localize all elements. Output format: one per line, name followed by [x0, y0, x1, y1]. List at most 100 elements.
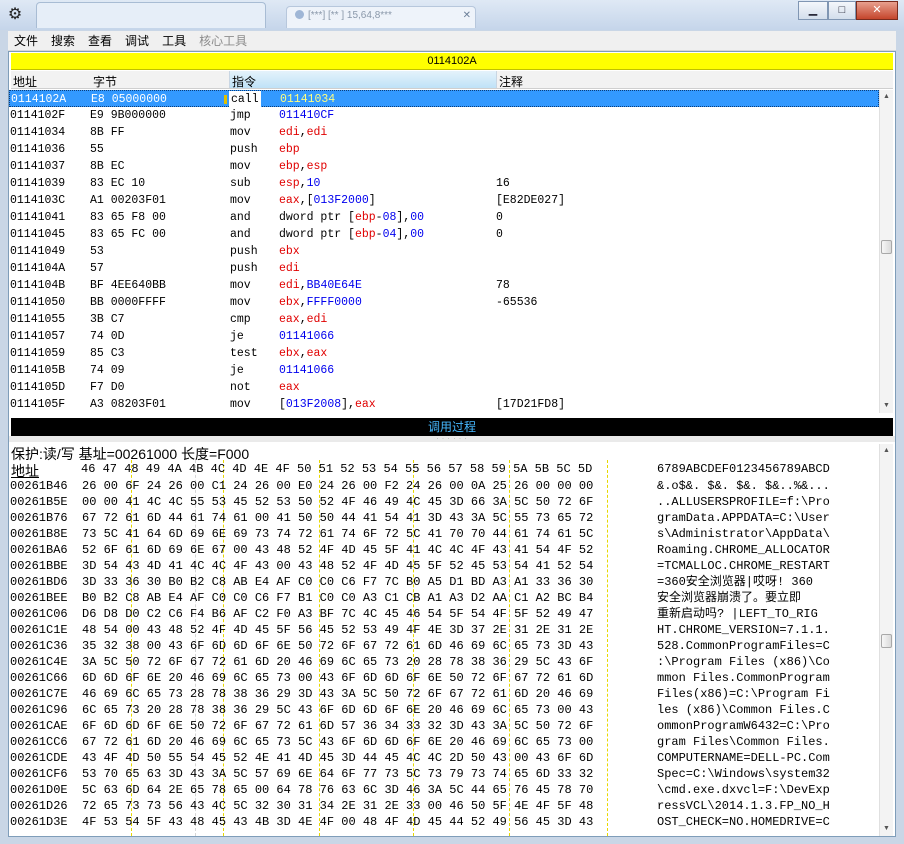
disasm-row[interactable]: 01141055 3B C7 cmp eax,edi — [9, 311, 879, 328]
disasm-address: 0114105D — [10, 381, 66, 394]
disasm-row[interactable]: 0114104B BF 4EE640BB mov edi,BB40E64E 78 — [9, 277, 879, 294]
immediate-operand: 011410CF — [279, 109, 335, 122]
disasm-address: 0114104A — [10, 262, 66, 275]
memory-row[interactable]: 00261BD6 3D 33 36 30 B0 B2 C8 AB E4 AF C0… — [9, 574, 879, 590]
memory-row[interactable]: 00261B46 26 00 6F 24 26 00 C1 24 26 00 E0… — [9, 478, 879, 494]
disasm-operands: 01141066 — [279, 362, 334, 379]
disasm-operands: dword ptr [ebp-08],00 — [279, 209, 424, 226]
disasm-mnemonic: mov — [230, 126, 251, 139]
memory-dump[interactable]: 00261B46 26 00 6F 24 26 00 C1 24 26 00 E0… — [9, 478, 879, 836]
app-gear-icon[interactable]: ⚙ — [6, 6, 24, 24]
memory-address: 00261C4E — [10, 655, 68, 669]
immediate-operand: 04 — [382, 228, 397, 241]
window-tab[interactable]: [***] [** ] 15,64,8*** ✕ — [286, 6, 476, 28]
scroll-down-icon[interactable]: ▼ — [880, 822, 893, 836]
memory-row[interactable]: 00261C06 D6 D8 D0 C2 C6 F4 B6 AF C2 F0 A3… — [9, 606, 879, 622]
memory-row[interactable]: 00261B5E 00 00 41 4C 4C 55 53 45 52 53 50… — [9, 494, 879, 510]
scroll-up-icon[interactable]: ▲ — [880, 90, 893, 104]
disasm-row[interactable]: 01141037 8B EC mov ebp,esp — [9, 158, 879, 175]
col-header-bytes[interactable]: 字节 — [93, 73, 117, 90]
tab-title: [***] [** ] 15,64,8*** — [308, 10, 392, 21]
col-header-comment[interactable]: 注释 — [499, 73, 523, 90]
call-stack-button[interactable]: 调用过程 — [11, 418, 893, 436]
maximize-button[interactable]: □ — [827, 1, 856, 20]
immediate-operand: 01141066 — [279, 330, 335, 343]
minimize-button[interactable]: ▁ — [798, 1, 828, 20]
memory-row[interactable]: 00261B76 67 72 61 6D 44 61 74 61 00 41 50… — [9, 510, 879, 526]
disasm-row[interactable]: 0114102F E9 9B000000 jmp 011410CF — [9, 107, 879, 124]
memory-row[interactable]: 00261C96 6C 65 73 20 28 78 38 36 29 5C 43… — [9, 702, 879, 718]
memory-scrollbar[interactable]: ▲ ▼ — [879, 444, 893, 836]
operand-text: , — [299, 279, 307, 292]
disasm-address: 01141034 — [10, 126, 66, 139]
memory-scroll-thumb[interactable] — [881, 634, 892, 648]
disasm-operands: 01141066 — [279, 328, 334, 345]
memory-row[interactable]: 00261B8E 73 5C 41 64 6D 69 6E 69 73 74 72… — [9, 526, 879, 542]
pane-splitter[interactable]: · · · · · · — [9, 436, 895, 442]
menu-tools[interactable]: 工具 — [162, 32, 186, 49]
menu-view[interactable]: 查看 — [88, 32, 112, 49]
disasm-operands: ebx,FFFF0000 — [279, 294, 362, 311]
disasm-row[interactable]: 01141057 74 0D je 01141066 — [9, 328, 879, 345]
memory-row[interactable]: 00261BEE B0 B2 C8 AB E4 AF C0 C0 C6 F7 B1… — [9, 590, 879, 606]
disasm-address: 01141037 — [10, 160, 66, 173]
operand-text: [ — [279, 398, 286, 411]
close-button[interactable]: ✕ — [856, 1, 898, 20]
disasm-row[interactable]: 0114105F A3 08203F01 mov [013F2008],eax [17D… — [9, 396, 879, 412]
disasm-scroll-thumb[interactable] — [881, 240, 892, 254]
memory-hex-bytes: B0 B2 C8 AB E4 AF C0 C0 C6 F7 B1 C0 C0 A… — [82, 591, 594, 605]
disasm-row[interactable]: 0114103C A1 00203F01 mov eax,[013F2000] [E82… — [9, 192, 879, 209]
memory-address: 00261CAE — [10, 719, 68, 733]
col-header-address[interactable]: 地址 — [13, 73, 37, 90]
disasm-bytes: 83 65 F8 00 — [90, 211, 166, 224]
memory-ascii: \cmd.exe.dxvcl=F:\DevExp — [657, 783, 830, 797]
current-address-bar[interactable]: 0114102A — [11, 53, 893, 70]
tab-close-icon[interactable]: ✕ — [463, 10, 471, 21]
memory-row[interactable]: 00261CC6 67 72 61 6D 20 46 69 6C 65 73 5C… — [9, 734, 879, 750]
memory-row[interactable]: 00261C36 35 32 38 00 43 6F 6D 6D 6F 6E 50… — [9, 638, 879, 654]
immediate-operand: 013F2008 — [285, 398, 342, 411]
memory-row[interactable]: 00261D0E 5C 63 6D 64 2E 65 78 65 00 64 78… — [9, 782, 879, 798]
memory-row[interactable]: 00261D3E 4F 53 54 5F 43 48 45 43 4B 3D 4E… — [9, 814, 879, 830]
memory-row[interactable]: 00261C4E 3A 5C 50 72 6F 67 72 61 6D 20 46… — [9, 654, 879, 670]
disassembly-list[interactable]: 0114102A E8 05000000 call 01141034 0114102F E… — [9, 90, 879, 412]
disasm-row[interactable]: 01141045 83 65 FC 00 and dword ptr [ebp-04]… — [9, 226, 879, 243]
disasm-row[interactable]: 0114105B 74 09 je 01141066 — [9, 362, 879, 379]
memory-row[interactable]: 00261CF6 53 70 65 63 3D 43 3A 5C 57 69 6E… — [9, 766, 879, 782]
scroll-down-icon[interactable]: ▼ — [880, 399, 893, 413]
menu-debug[interactable]: 调试 — [125, 32, 149, 49]
memory-row[interactable]: 00261C7E 46 69 6C 65 73 28 78 38 36 29 3D… — [9, 686, 879, 702]
disasm-address: 0114103C — [10, 194, 66, 207]
scroll-up-icon[interactable]: ▲ — [880, 444, 893, 458]
memory-row[interactable]: 00261D26 72 65 73 73 56 43 4C 5C 32 30 31… — [9, 798, 879, 814]
disasm-row[interactable]: 01141036 55 push ebp — [9, 141, 879, 158]
disasm-comment: [17D21FD8] — [496, 398, 566, 411]
operand-text: ptr — [320, 228, 342, 241]
disasm-bytes: 85 C3 — [90, 347, 125, 360]
memory-ascii: OST_CHECK=NO.HOMEDRIVE=C — [657, 815, 830, 829]
menu-file[interactable]: 文件 — [14, 32, 38, 49]
memory-row[interactable]: 00261CDE 43 4F 4D 50 55 54 45 52 4E 41 4D… — [9, 750, 879, 766]
memory-row[interactable]: 00261BBE 3D 54 43 4D 41 4C 4C 4F 43 00 43… — [9, 558, 879, 574]
memory-row[interactable]: 00261BA6 52 6F 61 6D 69 6E 67 00 43 48 52… — [9, 542, 879, 558]
register-operand: edi — [306, 313, 328, 326]
disasm-comment: [E82DE027] — [496, 194, 566, 207]
disasm-bytes: 74 09 — [90, 364, 125, 377]
disasm-row[interactable]: 01141039 83 EC 10 sub esp,10 16 — [9, 175, 879, 192]
disasm-row[interactable]: 0114105D F7 D0 not eax — [9, 379, 879, 396]
disasm-row[interactable]: 01141041 83 65 F8 00 and dword ptr [ebp-08]… — [9, 209, 879, 226]
disasm-scrollbar[interactable]: ▲ ▼ — [879, 90, 893, 413]
disasm-address: 01141049 — [10, 245, 66, 258]
memory-row[interactable]: 00261C66 6D 6D 6F 6E 20 46 69 6C 65 73 00… — [9, 670, 879, 686]
disasm-row[interactable]: 0114102A E8 05000000 call 01141034 — [9, 90, 879, 108]
disasm-address: 01141055 — [10, 313, 66, 326]
disasm-row[interactable]: 01141034 8B FF mov edi,edi — [9, 124, 879, 141]
disasm-row[interactable]: 0114104A 57 push edi — [9, 260, 879, 277]
disasm-row[interactable]: 01141049 53 push ebx — [9, 243, 879, 260]
menu-search[interactable]: 搜索 — [51, 32, 75, 49]
disasm-row[interactable]: 01141059 85 C3 test ebx,eax — [9, 345, 879, 362]
disasm-row[interactable]: 01141050 BB 0000FFFF mov ebx,FFFF0000 -65536 — [9, 294, 879, 311]
memory-row[interactable]: 00261C1E 48 54 00 43 48 52 4F 4D 45 5F 56… — [9, 622, 879, 638]
col-header-instruction[interactable]: 指令 — [229, 71, 497, 89]
memory-row[interactable]: 00261CAE 6F 6D 6D 6F 6E 50 72 6F 67 72 61… — [9, 718, 879, 734]
